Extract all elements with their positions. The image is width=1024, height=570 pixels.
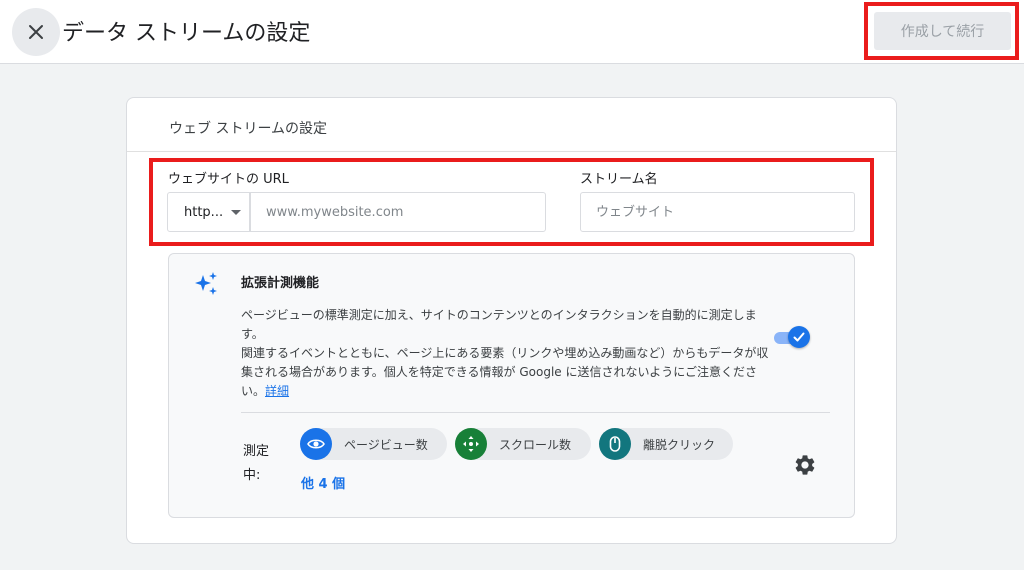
card-divider [127, 151, 896, 152]
sparkle-icon [195, 272, 217, 295]
enhanced-measurement-title: 拡張計測機能 [241, 276, 320, 291]
check-icon [793, 332, 805, 342]
panel-divider [241, 412, 830, 413]
description-paragraph-1: ページビューの標準測定に加え、サイトのコンテンツとのインタラクションを自動的に測… [241, 308, 757, 341]
chip-scrolls[interactable]: スクロール数 [455, 428, 591, 460]
chip-page-views[interactable]: ページビュー数 [300, 428, 447, 460]
close-button[interactable] [12, 8, 60, 56]
chip-label: ページビュー数 [344, 437, 428, 452]
stream-name-label: ストリーム名 [580, 172, 658, 187]
stream-name-input[interactable] [580, 192, 855, 232]
page-title: データ ストリームの設定 [62, 21, 311, 46]
more-events-link[interactable]: 他 4 個 [301, 473, 345, 492]
description-paragraph-2: 関連するイベントとともに、ページ上にある要素（リンクや埋め込み動画など）からもデ… [241, 344, 769, 401]
protocol-select[interactable]: http... [167, 192, 250, 232]
card-title: ウェブ ストリームの設定 [169, 121, 328, 137]
caret-down-icon [231, 209, 242, 215]
scroll-arrows-icon [455, 428, 487, 460]
enhanced-measurement-toggle[interactable] [772, 326, 812, 348]
enhanced-measurement-description: ページビューの標準測定に加え、サイトのコンテンツとのインタラクションを自動的に測… [241, 306, 769, 401]
create-and-continue-button[interactable]: 作成して続行 [874, 12, 1011, 50]
protocol-value: http... [184, 204, 224, 220]
website-url-input[interactable] [250, 192, 546, 232]
eye-icon [300, 428, 332, 460]
chip-label: スクロール数 [499, 437, 572, 452]
website-url-label: ウェブサイトの URL [168, 172, 289, 187]
gear-icon[interactable] [793, 453, 817, 477]
details-link[interactable]: 詳細 [265, 384, 289, 398]
description-text: 関連するイベントとともに、ページ上にある要素（リンクや埋め込み動画など）からもデ… [241, 346, 769, 398]
measuring-label: 測定中: [243, 444, 270, 483]
mouse-icon [599, 428, 631, 460]
toggle-knob [788, 326, 810, 348]
chip-outbound-clicks[interactable]: 離脱クリック [599, 428, 733, 460]
chip-label: 離脱クリック [643, 437, 716, 452]
close-icon [29, 25, 43, 39]
